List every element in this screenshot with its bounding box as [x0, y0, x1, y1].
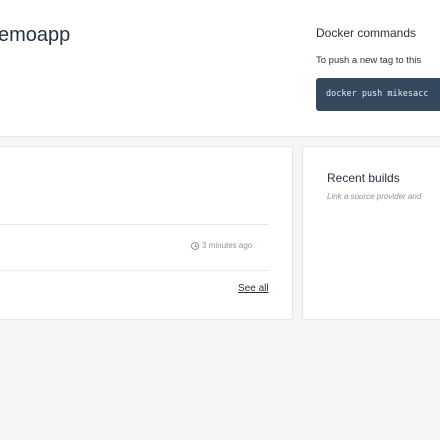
tags-divider-bottom: [0, 270, 269, 271]
docker-commands-description: To push a new tag to this: [316, 55, 422, 66]
tags-divider-top: [0, 224, 269, 225]
docker-push-command[interactable]: docker push mikesacc: [316, 78, 440, 111]
pushed-time: 3 minutes ago: [202, 241, 253, 250]
repository-title: emoapp: [0, 24, 71, 46]
recent-builds-description: Link a source provider and: [327, 192, 422, 201]
repository-header: emoapp Docker commands To push a new tag…: [0, 0, 440, 137]
see-all-link[interactable]: See all: [238, 283, 269, 294]
docker-commands-title: Docker commands: [316, 26, 417, 40]
clock-icon: [191, 241, 199, 250]
recent-builds-title: Recent builds: [327, 171, 400, 185]
table-row-time: 3 minutes ago: [191, 241, 252, 250]
